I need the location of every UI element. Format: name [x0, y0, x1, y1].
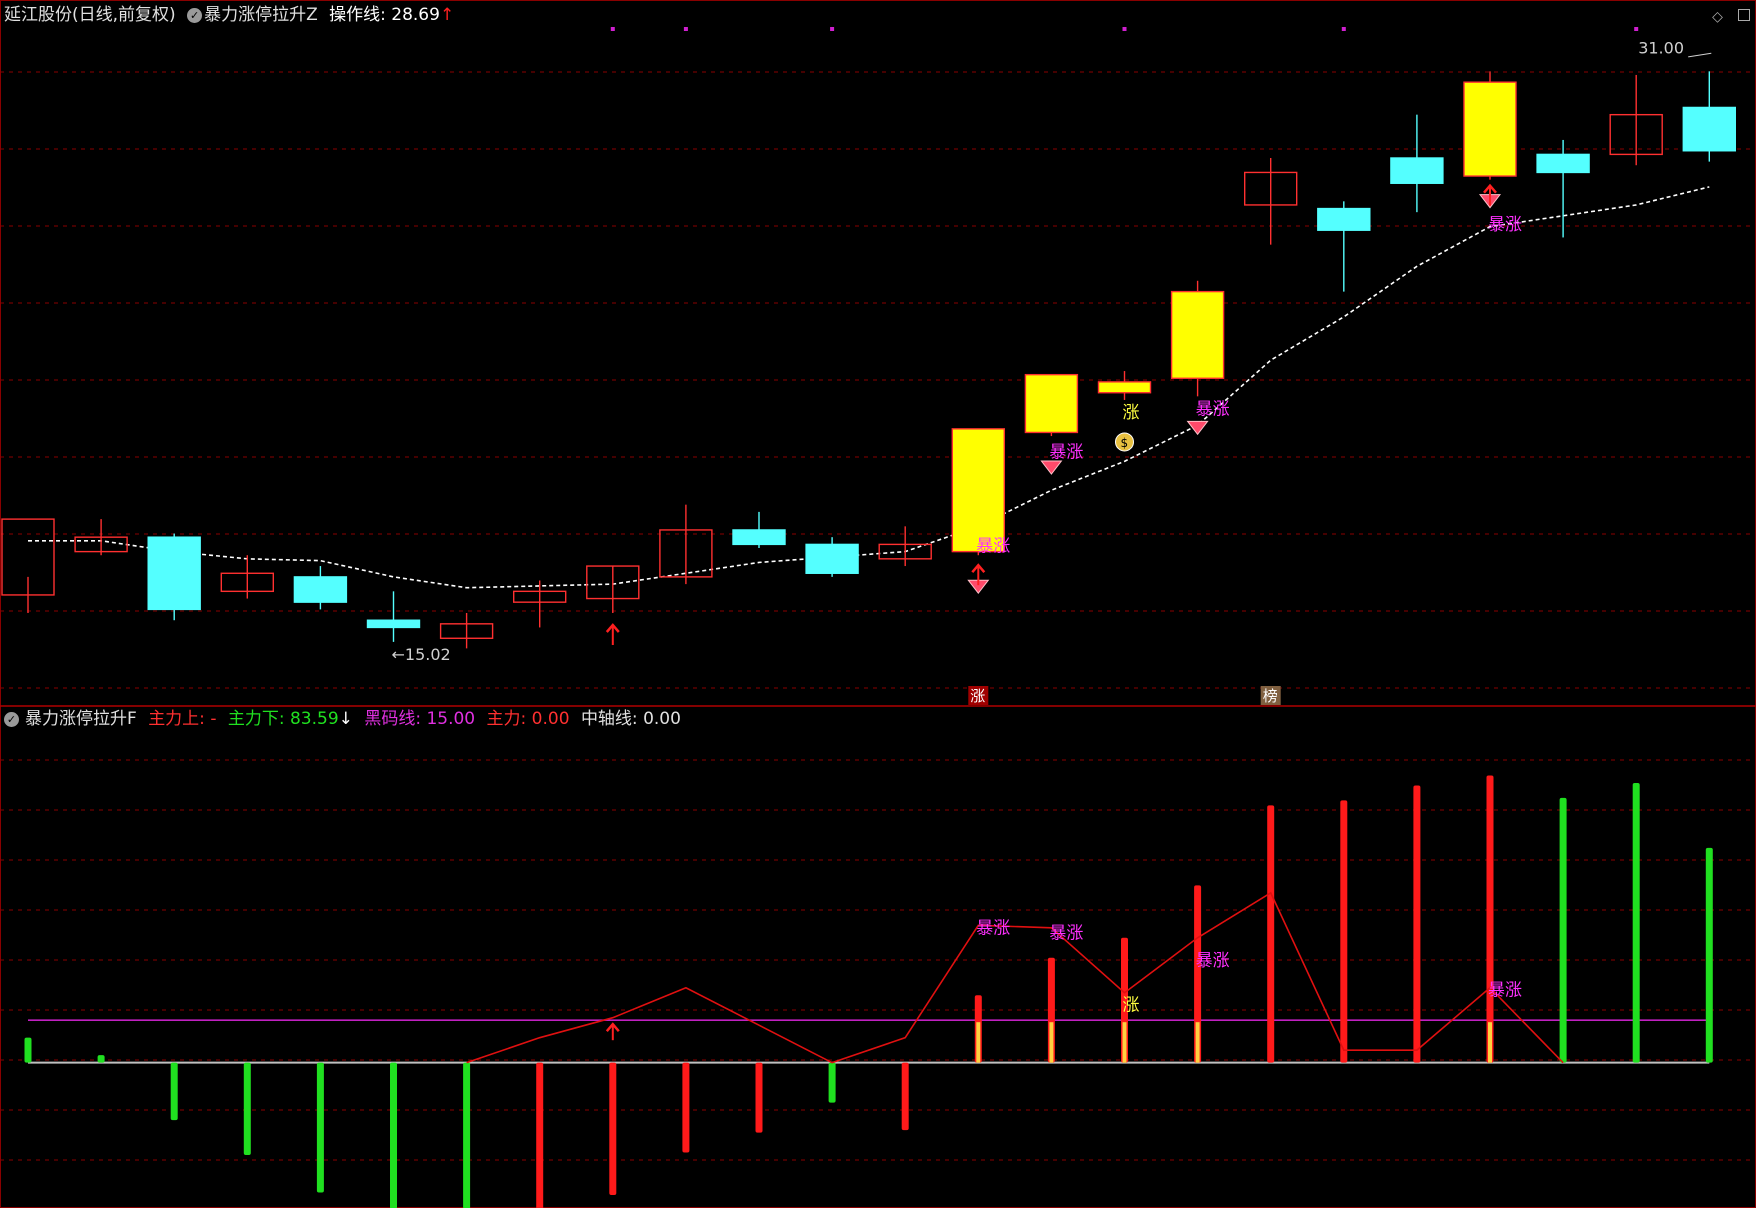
window-controls: ◇: [1702, 6, 1750, 25]
candle-body: [1317, 207, 1371, 231]
candle-body: [293, 576, 348, 603]
signal-tag: 暴涨: [1196, 399, 1230, 419]
main-force-bar: [828, 1062, 836, 1103]
main-force-bar: [1559, 797, 1567, 1063]
signal-tag: 涨: [1123, 403, 1140, 423]
sub-signal-tag: 暴涨: [1049, 923, 1083, 943]
main-force-bar: [1340, 800, 1348, 1063]
op-line-value: 操作线: 28.69: [329, 5, 440, 25]
main-force-bar: [463, 1062, 471, 1208]
main-force-bar: [536, 1062, 544, 1208]
main-force-bar: [755, 1062, 763, 1133]
top-dot: [683, 27, 688, 31]
stock-title: 延江股份(日线,前复权): [4, 5, 176, 25]
limit-marker-bar: [976, 1022, 981, 1063]
sub-signal-tag: 涨: [1123, 996, 1140, 1016]
candle-body: [1390, 157, 1444, 184]
bottom-marker: 涨: [970, 687, 985, 705]
maximize-icon[interactable]: [1738, 9, 1750, 21]
limit-marker-bar: [1488, 1022, 1492, 1063]
candle-body: [1024, 373, 1079, 434]
main-force-line: [466, 891, 1564, 1064]
top-dot: [1122, 27, 1127, 31]
main-force-bar: [901, 1062, 909, 1131]
top-dot: [830, 27, 835, 31]
diamond-icon: [1186, 420, 1209, 436]
candle-body: [147, 536, 201, 611]
ma-line: [28, 186, 1710, 589]
top-dot: [1634, 27, 1639, 31]
black-line-value: 黑码线: 15.00: [364, 709, 476, 729]
candle-body: [732, 529, 786, 546]
limit-marker-bar: [1049, 1022, 1054, 1063]
diamond-icon: [1040, 460, 1063, 475]
limit-marker-bar: [1195, 1022, 1200, 1063]
main-force-bar: [170, 1062, 178, 1121]
chart-canvas[interactable]: ←15.0231.00暴涨暴涨涨 暴涨暴涨$涨 榜暴涨 暴涨涨暴涨暴涨: [0, 0, 1756, 1208]
main-force-bar: [609, 1062, 617, 1196]
high-price-label: 31.00: [1638, 38, 1684, 57]
op-line-arrow-icon: ↑: [439, 5, 455, 25]
limit-marker-bar: [1122, 1022, 1127, 1063]
top-dot: [610, 27, 615, 31]
sub-signal-tag: 暴涨: [1488, 981, 1522, 1001]
sub-header: ✓ 暴力涨停拉升F 主力上: - 主力下: 83.59↓ 黑码线: 15.00 主…: [4, 709, 687, 729]
main-force-bar: [1486, 775, 1494, 1063]
main-force-bar: [682, 1062, 690, 1153]
main-force-bar: [390, 1062, 397, 1208]
low-price-label: ←15.02: [392, 645, 451, 664]
main-force-bar: [24, 1037, 32, 1063]
sub-signal-tag: 暴涨: [976, 918, 1010, 938]
sub-indicator-toggle-icon[interactable]: ✓: [4, 711, 19, 727]
indicator-name[interactable]: 暴力涨停拉升Z: [204, 5, 318, 25]
sub-signal-tag: 暴涨: [1196, 951, 1230, 971]
sub-indicator-name[interactable]: 暴力涨停拉升F: [25, 709, 137, 729]
candle-body: [951, 428, 1005, 553]
axis-line-value: 中轴线: 0.00: [580, 709, 681, 729]
candle-body: [805, 543, 859, 574]
signal-tag: 暴涨: [1049, 443, 1083, 463]
indicator-toggle-icon[interactable]: ✓: [187, 7, 203, 23]
candle-body: [366, 619, 421, 629]
bottom-marker: 榜: [1263, 687, 1278, 705]
main-force-bar: [316, 1062, 324, 1193]
signal-tag: 暴涨: [976, 537, 1010, 557]
main-force-bar: [1267, 805, 1275, 1063]
main-down-value: 主力下: 83.59: [227, 709, 339, 729]
signal-tag: 暴涨: [1488, 215, 1522, 235]
high-price-pointer: [1688, 52, 1712, 58]
main-force-bar: [243, 1062, 251, 1156]
main-header: 延江股份(日线,前复权) ✓ 暴力涨停拉升Z 操作线: 28.69↑: [4, 5, 460, 25]
main-force-bar: [1705, 847, 1713, 1063]
main-force-bar: [1413, 785, 1421, 1063]
main-down-arrow-icon: ↓: [338, 709, 353, 729]
candle-body: [1536, 153, 1590, 174]
top-dot: [1341, 27, 1346, 31]
diamond-icon[interactable]: ◇: [1712, 9, 1723, 25]
candle-body: [1170, 290, 1225, 379]
main-up-value: 主力上: -: [148, 709, 217, 729]
moneybag-symbol: $: [1121, 436, 1129, 450]
candle-body: [1463, 81, 1517, 177]
candle-body: [1682, 106, 1737, 152]
main-value: 主力: 0.00: [486, 709, 570, 729]
candle-body: [1097, 381, 1152, 394]
main-force-bar: [1632, 782, 1640, 1063]
main-force-bar: [97, 1055, 105, 1063]
